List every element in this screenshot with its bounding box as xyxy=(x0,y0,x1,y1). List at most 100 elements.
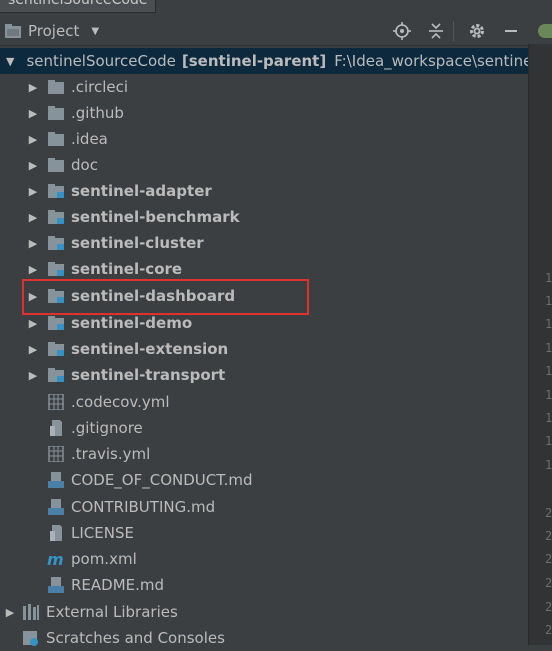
folder-icon xyxy=(48,158,64,172)
tree-item-label: .gitignore xyxy=(71,419,143,437)
collapsed-arrow-icon[interactable]: ▶ xyxy=(27,317,39,330)
tree-item-github[interactable]: ▶ .github xyxy=(0,100,528,126)
root-project-path: F:\Idea_workspace\sentine xyxy=(334,52,528,70)
tree-item-gitignore[interactable]: .gitignore xyxy=(0,415,528,441)
yaml-file-icon xyxy=(48,394,64,410)
scratches-icon xyxy=(23,631,38,646)
svg-text:m: m xyxy=(47,551,64,567)
tree-item-doc[interactable]: ▶ doc xyxy=(0,152,528,178)
tree-item-sentinel-cluster[interactable]: ▶ sentinel-cluster xyxy=(0,230,528,256)
tree-item-sentinel-transport[interactable]: ▶ sentinel-transport xyxy=(0,362,528,388)
tree-item-label: CODE_OF_CONDUCT.md xyxy=(71,471,253,489)
yaml-file-icon xyxy=(48,446,64,462)
markdown-file-icon xyxy=(48,577,64,593)
module-folder-icon xyxy=(48,210,64,224)
folder-icon xyxy=(48,106,64,120)
root-project-name: sentinelSourceCode xyxy=(26,52,176,70)
tree-item-label: doc xyxy=(71,156,98,174)
text-file-icon xyxy=(50,420,62,436)
tree-item-code-of-conduct[interactable]: CODE_OF_CONDUCT.md xyxy=(0,467,528,493)
tree-item-label: .travis.yml xyxy=(71,445,151,463)
panel-toolbar xyxy=(385,16,528,46)
line-number: 1 xyxy=(545,341,552,355)
tree-item-label: Scratches and Consoles xyxy=(46,629,225,647)
tree-item-idea[interactable]: ▶ .idea xyxy=(0,126,528,152)
collapse-icon xyxy=(429,23,443,39)
collapsed-arrow-icon[interactable]: ▶ xyxy=(27,237,39,250)
tree-item-sentinel-benchmark[interactable]: ▶ sentinel-benchmark xyxy=(0,204,528,230)
tree-item-codecov-yml[interactable]: .codecov.yml xyxy=(0,389,528,415)
line-number: 2 xyxy=(545,506,552,520)
tree-item-scratches[interactable]: Scratches and Consoles xyxy=(0,625,528,651)
crosshair-icon xyxy=(393,22,411,40)
project-view-dropdown[interactable]: Project ▼ xyxy=(4,20,99,42)
tree-item-label: sentinel-adapter xyxy=(71,182,212,200)
maven-file-icon: m xyxy=(47,551,64,567)
collapsed-arrow-icon[interactable]: ▶ xyxy=(27,133,39,146)
collapsed-arrow-icon[interactable]: ▶ xyxy=(27,211,39,224)
tree-item-label: LICENSE xyxy=(71,524,134,542)
root-module-name: [sentinel-parent] xyxy=(181,52,327,70)
tree-item-label: CONTRIBUTING.md xyxy=(71,498,216,516)
markdown-file-icon xyxy=(48,472,64,488)
module-folder-icon xyxy=(48,184,64,198)
tree-root-row[interactable]: ▼ sentinelSourceCode [sentinel-parent] F… xyxy=(0,48,528,74)
tree-item-sentinel-adapter[interactable]: ▶ sentinel-adapter xyxy=(0,178,528,204)
tree-item-sentinel-extension[interactable]: ▶ sentinel-extension xyxy=(0,336,528,362)
locate-button[interactable] xyxy=(385,16,419,46)
line-number: 1 xyxy=(545,364,552,378)
tree-item-pom-xml[interactable]: m pom.xml xyxy=(0,546,528,572)
collapsed-arrow-icon[interactable]: ▶ xyxy=(27,263,39,276)
collapsed-arrow-icon[interactable]: ▶ xyxy=(27,107,39,120)
text-file-icon xyxy=(50,525,62,541)
library-icon xyxy=(23,604,39,620)
tree-item-sentinel-core[interactable]: ▶ sentinel-core xyxy=(0,256,528,282)
tree-item-label: .codecov.yml xyxy=(71,393,170,411)
tree-item-label: External Libraries xyxy=(46,603,178,621)
module-folder-icon xyxy=(48,289,64,303)
collapsed-arrow-icon[interactable]: ▶ xyxy=(27,81,39,94)
collapsed-arrow-icon[interactable]: ▶ xyxy=(27,159,39,172)
tree-item-license[interactable]: LICENSE xyxy=(0,520,528,546)
tree-item-sentinel-demo[interactable]: ▶ sentinel-demo xyxy=(0,310,528,336)
line-number: 2 xyxy=(545,576,552,590)
tree-item-sentinel-dashboard[interactable]: ▶ sentinel-dashboard xyxy=(0,283,528,309)
tree-item-circleci[interactable]: ▶ .circleci xyxy=(0,74,528,100)
folder-icon xyxy=(48,132,64,146)
hide-panel-button[interactable] xyxy=(494,16,528,46)
collapsed-arrow-icon[interactable]: ▶ xyxy=(27,290,39,303)
settings-button[interactable] xyxy=(460,16,494,46)
toolbar-divider xyxy=(453,21,454,41)
tree-item-travis-yml[interactable]: .travis.yml xyxy=(0,441,528,467)
editor-gutter: 1 1 1 1 1 1 1 1 1 2 2 2 2 2 2 xyxy=(528,16,552,645)
expanded-arrow-icon[interactable]: ▼ xyxy=(6,55,14,68)
window-title-strip: sentinelSourceCode xyxy=(0,0,552,16)
tree-item-label: .circleci xyxy=(71,78,129,96)
tree-item-contributing[interactable]: CONTRIBUTING.md xyxy=(0,494,528,520)
collapsed-arrow-icon[interactable]: ▶ xyxy=(27,185,39,198)
tree-item-label: .idea xyxy=(71,130,108,148)
line-number: 1 xyxy=(545,388,552,402)
collapsed-arrow-icon[interactable]: ▶ xyxy=(27,369,39,382)
folder-icon xyxy=(48,80,64,94)
line-number: 2 xyxy=(545,623,552,637)
tree-item-label: .github xyxy=(71,104,124,122)
collapse-all-button[interactable] xyxy=(419,16,453,46)
module-folder-icon xyxy=(48,236,64,250)
tree-item-label: pom.xml xyxy=(71,550,137,568)
tree-item-label: sentinel-transport xyxy=(71,366,226,384)
tree-item-readme[interactable]: README.md xyxy=(0,572,528,598)
tree-item-label: sentinel-cluster xyxy=(71,234,204,252)
window-title-tab[interactable]: sentinelSourceCode xyxy=(0,0,157,13)
module-folder-icon xyxy=(48,316,64,330)
collapsed-arrow-icon[interactable]: ▶ xyxy=(4,606,16,619)
module-folder-icon xyxy=(48,368,64,382)
collapsed-arrow-icon[interactable]: ▶ xyxy=(27,343,39,356)
editor-tab-icon xyxy=(538,24,552,38)
editor-tab-strip xyxy=(528,16,552,44)
project-folder-icon xyxy=(5,24,21,38)
minimize-icon xyxy=(505,30,517,32)
tree-item-external-libraries[interactable]: ▶ External Libraries xyxy=(0,599,528,625)
module-folder-icon xyxy=(48,342,64,356)
line-number: 2 xyxy=(545,600,552,614)
